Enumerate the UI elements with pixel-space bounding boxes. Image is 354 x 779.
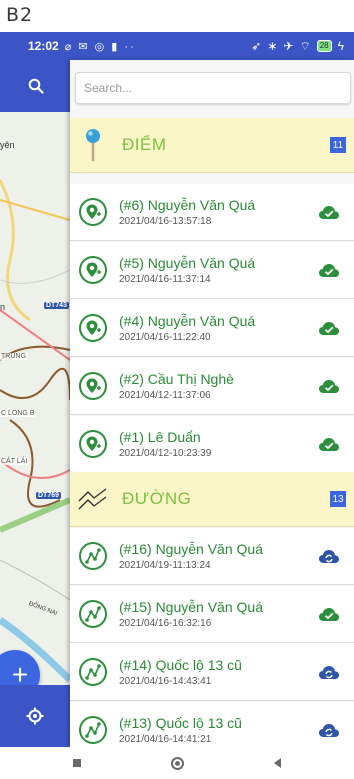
map-label: CÁT LÁI: [0, 458, 29, 465]
item-date: 2021/04/12-11:37:06: [119, 390, 211, 401]
item-text: (#6) Nguyễn Văn Quá 2021/04/16-13:57:18: [119, 197, 255, 227]
back-button[interactable]: [274, 758, 281, 768]
item-text: (#2) Cầu Thị Nghè 2021/04/12-11:37:06: [119, 371, 234, 401]
map-label: C LONG B: [0, 410, 36, 417]
polyline-icon: [78, 479, 108, 519]
item-date: 2021/04/16-13:57:18: [119, 216, 212, 227]
cloud-check-icon[interactable]: [317, 378, 341, 394]
road-tag: DT743: [44, 302, 70, 309]
item-date: 2021/04/12-10:23:39: [119, 448, 212, 459]
cloud-check-icon[interactable]: [317, 262, 341, 278]
item-date: 2021/04/16-14:41:21: [119, 734, 212, 745]
map-search-button[interactable]: [0, 60, 70, 112]
list-item[interactable]: (#1) Lê Duẩn 2021/04/12-10:23:39: [70, 416, 354, 473]
item-text: (#14) Quốc lộ 13 cũ 2021/04/16-14:43:41: [119, 657, 242, 687]
section-header-points[interactable]: ĐIỂM 11: [70, 118, 354, 173]
road-tag: DT769: [36, 492, 62, 499]
notification-icons: ⌀ ✉ ◎ ▮ ··: [64, 40, 136, 53]
search-icon: [28, 78, 44, 94]
document-label: B2: [6, 4, 34, 26]
crosshair-icon: [26, 707, 44, 725]
count-badge: 11: [330, 137, 346, 153]
status-bar: 12:02 ⌀ ✉ ◎ ▮ ·· ➶ ∗ ✈ ⌔ 28 ϟ: [0, 32, 354, 60]
item-date: 2021/04/16-11:37:14: [119, 274, 211, 285]
list-item[interactable]: (#5) Nguyễn Văn Quá 2021/04/16-11:37:14: [70, 242, 354, 299]
list-item[interactable]: (#16) Nguyễn Văn Quá 2021/04/19-11:13:24: [70, 528, 354, 585]
section-title: ĐƯỜNG: [122, 489, 192, 508]
feature-list-panel: ĐIỂM 11 (#6) Nguyễn Văn Quá 2021/04/16-13…: [70, 60, 354, 747]
list-item[interactable]: (#14) Quốc lộ 13 cũ 2021/04/16-14:43:41: [70, 644, 354, 701]
item-date: 2021/04/16-16:32:16: [119, 618, 212, 629]
section-header-roads[interactable]: ĐƯỜNG 13: [70, 472, 354, 527]
add-point-icon: [79, 372, 107, 400]
system-icons: ➶ ∗ ✈ ⌔ 28 ϟ: [251, 39, 344, 54]
list-item[interactable]: (#2) Cầu Thị Nghè 2021/04/12-11:37:06: [70, 358, 354, 415]
item-title: (#15) Nguyễn Văn Quá: [119, 599, 263, 615]
item-title: (#13) Quốc lộ 13 cũ: [119, 715, 242, 731]
item-text: (#5) Nguyễn Văn Quá 2021/04/16-11:37:14: [119, 255, 255, 285]
add-point-icon: [79, 430, 107, 458]
item-title: (#4) Nguyễn Văn Quá: [119, 313, 256, 329]
item-text: (#16) Nguyễn Văn Quá 2021/04/19-11:13:24: [119, 541, 263, 571]
phone-screen: 12:02 ⌀ ✉ ◎ ▮ ·· ➶ ∗ ✈ ⌔ 28 ϟ yên n DT74…: [0, 32, 354, 779]
item-title: (#16) Nguyễn Văn Quá: [119, 541, 263, 557]
item-text: (#1) Lê Duẩn 2021/04/12-10:23:39: [119, 429, 211, 459]
add-point-icon: [79, 256, 107, 284]
item-text: (#15) Nguyễn Văn Quá 2021/04/16-16:32:16: [119, 599, 263, 629]
list-item[interactable]: (#13) Quốc lộ 13 cũ 2021/04/16-14:41:21: [70, 702, 354, 747]
item-title: (#1) Lê Duẩn: [119, 429, 201, 445]
count-badge: 13: [330, 491, 346, 507]
map-label: yên: [0, 140, 15, 150]
item-title: (#14) Quốc lộ 13 cũ: [119, 657, 242, 673]
list-item[interactable]: (#15) Nguyễn Văn Quá 2021/04/16-16:32:16: [70, 586, 354, 643]
map-canvas: [0, 60, 70, 713]
cloud-sync-icon[interactable]: [317, 664, 341, 680]
section-title: ĐIỂM: [122, 135, 167, 154]
cloud-check-icon[interactable]: [317, 320, 341, 336]
item-date: 2021/04/16-11:22:40: [119, 332, 211, 343]
battery-icon: 28: [316, 40, 332, 52]
cloud-sync-icon[interactable]: [317, 722, 341, 738]
location-icon: ➶: [251, 39, 262, 53]
my-location-button[interactable]: [0, 685, 70, 747]
bluetooth-icon: ∗: [267, 39, 278, 53]
add-point-icon: [79, 314, 107, 342]
route-icon: [79, 600, 107, 628]
home-button[interactable]: [171, 756, 184, 770]
map-label: TRUNG: [0, 353, 27, 360]
status-time: 12:02: [28, 39, 59, 53]
cloud-check-icon[interactable]: [317, 606, 341, 622]
recents-button[interactable]: [73, 759, 81, 767]
item-title: (#5) Nguyễn Văn Quá: [119, 255, 256, 271]
cloud-check-icon[interactable]: [317, 436, 341, 452]
item-title: (#2) Cầu Thị Nghè: [119, 371, 234, 387]
map-label: n: [0, 302, 6, 312]
map-view[interactable]: yên n DT743 TRUNG C LONG B CÁT LÁI DT769…: [0, 60, 70, 713]
route-icon: [79, 658, 107, 686]
system-nav-bar: [0, 747, 354, 779]
wifi-icon: ⌔: [299, 38, 311, 53]
cloud-check-icon[interactable]: [317, 204, 341, 220]
airplane-icon: ✈: [283, 39, 294, 53]
item-title: (#6) Nguyễn Văn Quá: [119, 197, 256, 213]
list-item[interactable]: (#4) Nguyễn Văn Quá 2021/04/16-11:22:40: [70, 300, 354, 357]
search-input[interactable]: [76, 73, 350, 103]
item-date: 2021/04/16-14:43:41: [119, 676, 212, 687]
map-pin-icon: [78, 125, 108, 165]
cloud-sync-icon[interactable]: [317, 548, 341, 564]
add-point-icon: [79, 198, 107, 226]
item-text: (#13) Quốc lộ 13 cũ 2021/04/16-14:41:21: [119, 715, 242, 745]
item-text: (#4) Nguyễn Văn Quá 2021/04/16-11:22:40: [119, 313, 255, 343]
charging-icon: ϟ: [337, 39, 344, 53]
route-icon: [79, 716, 107, 744]
route-icon: [79, 542, 107, 570]
search-box: [75, 72, 351, 104]
list-item[interactable]: (#6) Nguyễn Văn Quá 2021/04/16-13:57:18: [70, 184, 354, 241]
item-date: 2021/04/19-11:13:24: [119, 560, 211, 571]
